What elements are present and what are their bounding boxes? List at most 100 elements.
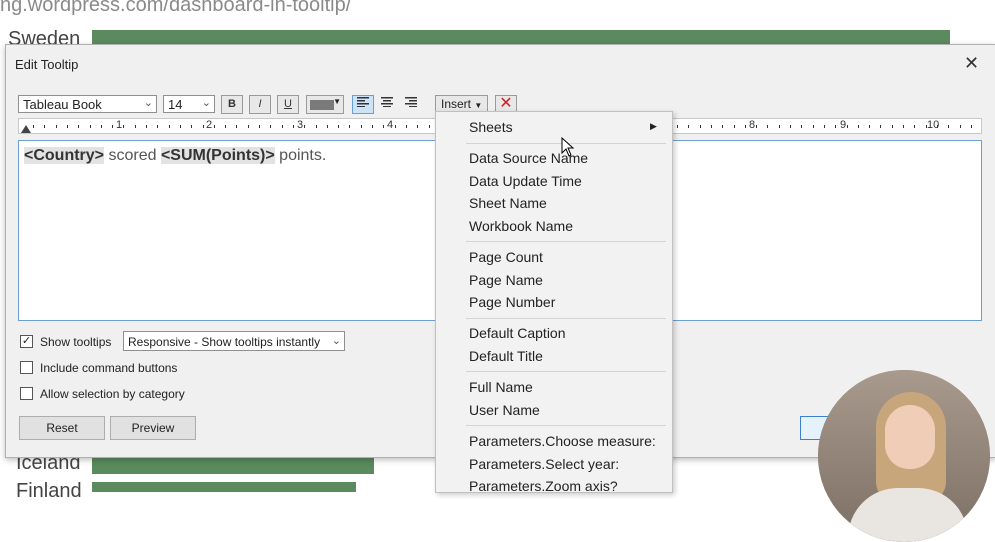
tooltip-text-line: <Country> scored <SUM(Points)> points. bbox=[24, 147, 326, 165]
align-left-icon bbox=[357, 97, 369, 107]
include-command-buttons-label: Include command buttons bbox=[40, 361, 178, 375]
ruler-tick bbox=[349, 125, 350, 128]
ruler-tick bbox=[383, 125, 384, 128]
preview-button[interactable]: Preview bbox=[110, 416, 196, 440]
ruler-tick bbox=[406, 125, 407, 128]
font-family-value: Tableau Book bbox=[23, 97, 102, 112]
menu-separator bbox=[466, 371, 666, 372]
ruler-tick bbox=[338, 125, 339, 128]
ruler-tick bbox=[688, 125, 689, 128]
ruler-tick bbox=[429, 125, 430, 128]
font-size-value: 14 bbox=[168, 97, 183, 112]
ruler-tick bbox=[903, 125, 904, 128]
ruler-tick bbox=[813, 125, 814, 128]
ruler-tick bbox=[180, 125, 181, 128]
align-right-icon bbox=[405, 97, 417, 107]
ruler-number: 8 bbox=[749, 119, 756, 131]
ruler-tick bbox=[123, 125, 124, 128]
align-right-button[interactable] bbox=[400, 95, 422, 114]
ruler-tick bbox=[960, 125, 961, 128]
bold-button[interactable]: B bbox=[221, 95, 243, 114]
menu-item-page-count[interactable]: Page Count bbox=[469, 249, 543, 265]
ruler-tick bbox=[790, 125, 791, 128]
menu-item-page-name[interactable]: Page Name bbox=[469, 272, 543, 288]
menu-item-data-update-time[interactable]: Data Update Time bbox=[469, 173, 582, 189]
ruler-tick bbox=[971, 125, 972, 128]
underline-button[interactable]: U bbox=[277, 95, 299, 114]
ruler-tick bbox=[711, 125, 712, 128]
ruler-tick bbox=[926, 125, 927, 128]
ruler-tick bbox=[779, 125, 780, 128]
menu-item-user-name[interactable]: User Name bbox=[469, 402, 540, 418]
allow-selection-checkbox[interactable] bbox=[20, 387, 33, 400]
chevron-down-icon: ⌄ bbox=[331, 335, 341, 347]
italic-button[interactable]: I bbox=[249, 95, 271, 114]
menu-item-full-name[interactable]: Full Name bbox=[469, 379, 533, 395]
ruler-tick bbox=[869, 125, 870, 128]
ruler-number: 4 bbox=[387, 119, 394, 131]
ruler-tick bbox=[259, 125, 260, 128]
menu-item-default-caption[interactable]: Default Caption bbox=[469, 325, 566, 341]
include-command-buttons-checkbox[interactable] bbox=[20, 361, 33, 374]
ruler-tick bbox=[67, 125, 68, 128]
menu-item-page-number[interactable]: Page Number bbox=[469, 294, 555, 310]
ruler-tick bbox=[700, 125, 701, 128]
ruler-tick bbox=[677, 125, 678, 128]
ruler-tick bbox=[56, 125, 57, 128]
ruler-tick bbox=[767, 125, 768, 128]
ruler-number: 9 bbox=[840, 119, 847, 131]
show-tooltips-checkbox[interactable]: ✓ bbox=[20, 335, 33, 348]
reset-button[interactable]: Reset bbox=[19, 416, 105, 440]
ruler-tick bbox=[858, 125, 859, 128]
ruler-tick bbox=[734, 125, 735, 128]
menu-item-parameter-select-year[interactable]: Parameters.Select year: bbox=[469, 456, 619, 472]
ruler-tick bbox=[146, 125, 147, 128]
chevron-down-icon: ⌄ bbox=[201, 97, 211, 109]
ruler-tick bbox=[169, 125, 170, 128]
ruler-tick bbox=[824, 125, 825, 128]
ruler-tick bbox=[745, 125, 746, 128]
ruler-tick bbox=[225, 125, 226, 128]
dropdown-arrow-icon: ▼ bbox=[474, 101, 483, 110]
menu-item-parameter-choose-measure[interactable]: Parameters.Choose measure: bbox=[469, 433, 656, 449]
ruler-tick bbox=[191, 125, 192, 128]
menu-item-parameter-zoom-axis[interactable]: Parameters.Zoom axis? bbox=[469, 478, 618, 494]
font-family-select[interactable]: Tableau Book ⌄ bbox=[18, 95, 157, 113]
tooltip-mode-select[interactable]: Responsive - Show tooltips instantly ⌄ bbox=[123, 331, 345, 351]
ruler-tick bbox=[78, 125, 79, 128]
show-tooltips-label: Show tooltips bbox=[40, 335, 112, 349]
ruler-tick bbox=[304, 125, 305, 128]
align-center-button[interactable] bbox=[376, 95, 398, 114]
field-token-points: <SUM(Points)> bbox=[160, 147, 275, 164]
align-center-icon bbox=[381, 97, 393, 107]
ruler-tick bbox=[847, 125, 848, 128]
menu-item-default-title[interactable]: Default Title bbox=[469, 348, 543, 364]
ruler-tick bbox=[327, 125, 328, 128]
ruler-tick bbox=[835, 125, 836, 128]
ruler-tick bbox=[282, 125, 283, 128]
chevron-down-icon: ⌄ bbox=[143, 97, 153, 109]
submenu-arrow-icon: ▶ bbox=[650, 121, 657, 131]
ruler-tick bbox=[892, 125, 893, 128]
field-token-country: <Country> bbox=[24, 147, 105, 164]
ruler-tick bbox=[90, 125, 91, 128]
ruler-number: 1 bbox=[116, 119, 123, 131]
insert-menu: Sheets ▶ Data Source Name Data Update Ti… bbox=[435, 111, 673, 494]
menu-item-workbook-name[interactable]: Workbook Name bbox=[469, 218, 573, 234]
insert-label: Insert bbox=[441, 97, 472, 111]
font-size-select[interactable]: 14 ⌄ bbox=[163, 95, 215, 113]
text-color-button[interactable]: ▼ bbox=[306, 95, 344, 114]
static-text: scored bbox=[104, 147, 161, 164]
menu-item-sheet-name[interactable]: Sheet Name bbox=[469, 195, 547, 211]
static-text: points. bbox=[274, 147, 327, 164]
menu-item-sheets[interactable]: Sheets bbox=[469, 119, 513, 135]
close-icon[interactable]: ✕ bbox=[964, 53, 979, 74]
ruler-tick bbox=[372, 125, 373, 128]
mouse-cursor-icon bbox=[561, 137, 575, 157]
dropdown-arrow-icon: ▼ bbox=[333, 97, 341, 106]
ruler-number: 2 bbox=[206, 119, 213, 131]
ruler-tick bbox=[361, 125, 362, 128]
align-left-button[interactable] bbox=[352, 95, 374, 114]
ruler-tick bbox=[214, 125, 215, 128]
ruler-tick bbox=[248, 125, 249, 128]
